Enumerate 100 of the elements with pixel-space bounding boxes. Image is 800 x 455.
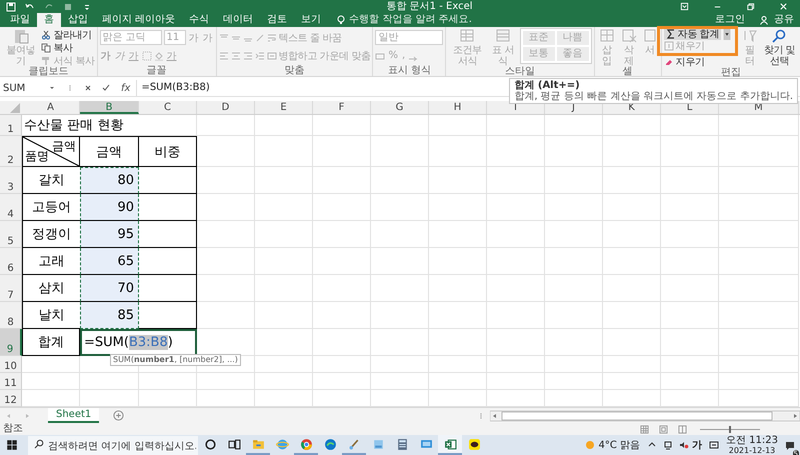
keyboard-icon[interactable] [709,440,719,450]
ribbon-tab[interactable]: 보기 [294,13,328,27]
share-button[interactable]: 공유 [774,13,794,27]
empty-cell [197,221,255,248]
empty-cell [545,167,603,194]
copy-button[interactable]: 복사 [53,40,73,54]
delete-cells-icon [620,28,637,44]
column-header[interactable]: D [197,101,255,114]
fill-bucket-icon[interactable] [154,50,164,60]
ribbon-tab[interactable]: 파일 [3,13,37,27]
network-icon[interactable] [663,440,673,450]
cut-button[interactable]: 잘라내기 [53,28,92,42]
close-icon[interactable] [779,2,788,11]
indent-icon[interactable] [254,50,264,60]
row-header[interactable]: 11 [0,373,22,390]
start-icon[interactable] [6,439,18,451]
name-box[interactable]: SUM [0,82,43,94]
align-right-icon[interactable] [242,50,252,60]
row-header[interactable]: 8 [0,302,22,329]
empty-cell [371,248,429,275]
empty-cell [371,373,429,390]
ribbon-tab[interactable]: 삽입 [61,13,95,27]
touch-mode-icon[interactable] [63,2,73,12]
add-sheet-icon[interactable] [113,410,124,421]
empty-cell [371,221,429,248]
weather-text[interactable]: 4°C 맑음 [598,438,640,452]
sheet-tab[interactable]: Sheet1 [48,408,100,423]
orientation-icon[interactable] [254,32,264,42]
row-header[interactable]: 10 [0,356,22,373]
empty-cell [197,373,255,390]
empty-cell [255,373,313,390]
speaker-muted-icon[interactable] [679,440,689,450]
ribbon-tab[interactable]: 수식 [182,13,216,27]
grid-icon [598,28,615,44]
sign-in-link[interactable]: 로그인 [715,13,745,27]
find-select-button[interactable]: 찾기 및 선택 [760,28,798,67]
align-left-icon[interactable] [218,50,228,60]
tell-me-search[interactable]: 수행할 작업을 알려 주세요. [349,13,472,27]
empty-cell [603,167,661,194]
ribbon-tab[interactable]: 홈 [37,13,61,27]
empty-cell [661,194,719,221]
header-label: 금액 [52,138,76,155]
row-header[interactable]: 3 [0,167,22,194]
table-cell: 합계 [22,329,80,356]
caret-icon[interactable] [722,28,731,40]
border-icon[interactable] [142,50,152,60]
clock-date[interactable]: 2021-12-13 [728,446,776,454]
clock-time[interactable]: 오전 11:23 [726,436,778,446]
column-header[interactable]: F [313,101,371,114]
person-icon[interactable] [759,15,769,25]
empty-cell [197,302,255,329]
input-method-indicator[interactable]: 가 [692,438,702,452]
cell-formula[interactable]: =SUM(B3:B8) [84,335,173,350]
search-field[interactable]: 검색하려면 여기에 입력하십시오. [28,436,198,455]
row-header[interactable]: 12 [0,390,22,407]
column-header[interactable]: E [255,101,313,114]
square-icon [642,28,658,44]
zoom-slider[interactable] [700,424,760,434]
checkmark-icon[interactable] [101,83,111,93]
row-header[interactable]: 6 [0,248,22,275]
notification-icon[interactable] [785,440,795,450]
clear-button[interactable]: 지우기 [676,55,705,69]
row-header[interactable]: 9 [0,329,22,356]
restore-icon[interactable] [746,2,755,11]
empty-cell [313,115,371,136]
fill-down-icon [664,41,674,51]
row-header[interactable]: 2 [0,136,22,167]
row-header[interactable]: 7 [0,275,22,302]
ribbon-display-icon[interactable] [680,2,689,11]
ribbon-tab[interactable]: 데이터 [216,13,260,27]
empty-cell [545,275,603,302]
row-header[interactable]: 4 [0,194,22,221]
save-icon[interactable] [6,2,16,12]
empty-cell [429,248,487,275]
page-layout-icon[interactable] [659,424,668,434]
group-label: 스타일 [504,67,536,77]
row-header[interactable]: 1 [0,115,22,136]
empty-cell [545,356,603,373]
align-center-icon[interactable] [230,50,240,60]
currency-icon[interactable] [375,50,386,60]
column-header[interactable]: B [80,101,139,114]
horizontal-scrollbar[interactable] [490,410,800,422]
empty-cell [313,248,371,275]
cancel-icon[interactable] [83,83,93,93]
ribbon-tab[interactable]: 검토 [260,13,294,27]
empty-cell [429,329,487,356]
normal-view-icon[interactable] [640,424,649,434]
autosum-button[interactable]: 자동 합계 [664,28,721,40]
column-header[interactable]: H [429,101,487,114]
taskbar-button[interactable] [438,435,462,455]
row-header[interactable]: 5 [0,221,22,248]
column-header[interactable]: G [371,101,429,114]
table-cell: 70 [80,275,139,302]
empty-cell [487,194,545,221]
empty-cell [255,221,313,248]
column-header[interactable]: C [139,101,197,114]
page-break-icon[interactable] [678,424,687,434]
ribbon-tab[interactable]: 페이지 레이아웃 [95,13,182,27]
empty-cell [603,275,661,302]
insert-function-button[interactable]: fx [121,82,130,94]
